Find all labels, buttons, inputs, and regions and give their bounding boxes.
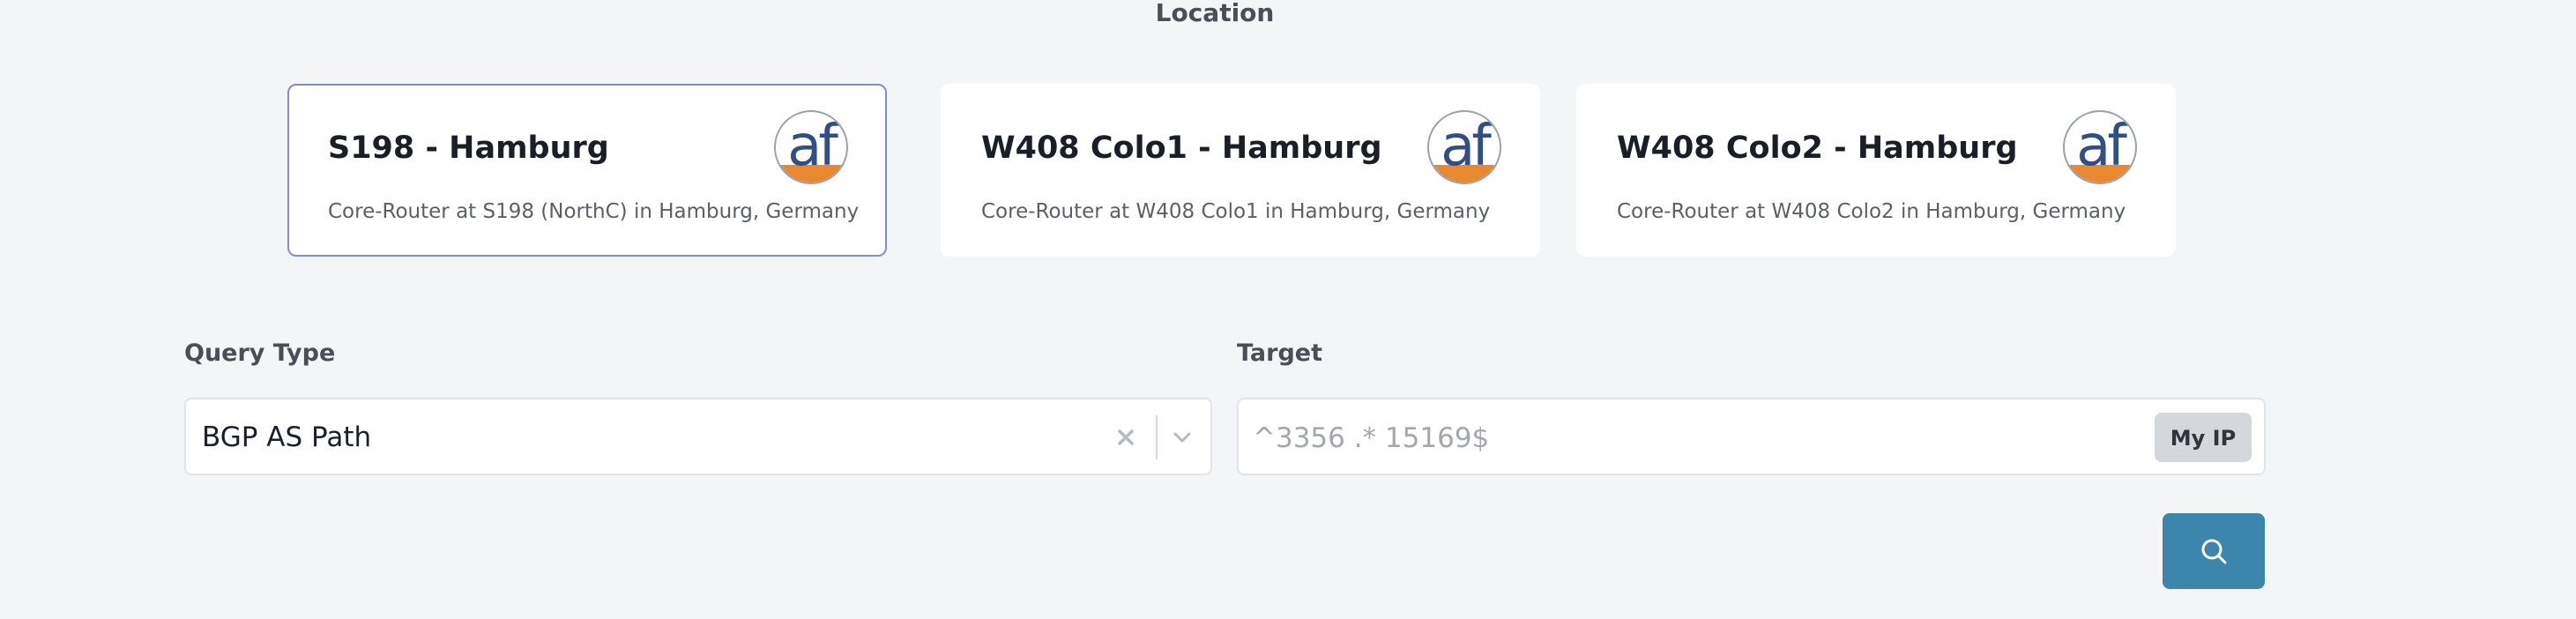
af-logo-icon: af <box>774 110 848 184</box>
target-label: Target <box>1237 339 1323 367</box>
select-divider <box>1156 415 1158 459</box>
af-logo-icon: af <box>1427 110 1501 184</box>
svg-text:af: af <box>1441 114 1493 179</box>
location-card-w408-colo2-hamburg[interactable]: W408 Colo2 - Hamburg Core-Router at W408… <box>1576 84 2176 257</box>
location-card-description: Core-Router at W408 Colo2 in Hamburg, Ge… <box>1617 200 2126 223</box>
svg-text:af: af <box>2076 114 2128 179</box>
target-input[interactable] <box>1251 410 2136 466</box>
close-icon[interactable] <box>1110 421 1142 453</box>
svg-text:af: af <box>787 114 839 179</box>
location-card-w408-colo1-hamburg[interactable]: W408 Colo1 - Hamburg Core-Router at W408… <box>941 84 1540 257</box>
location-card-description: Core-Router at S198 (NorthC) in Hamburg,… <box>328 200 860 223</box>
af-logo-icon: af <box>2063 110 2137 184</box>
query-type-select[interactable]: BGP AS Path <box>184 398 1212 475</box>
location-card-description: Core-Router at W408 Colo1 in Hamburg, Ge… <box>981 200 1491 223</box>
chevron-down-icon[interactable] <box>1166 421 1198 453</box>
location-card-title: W408 Colo1 - Hamburg <box>981 131 1382 166</box>
search-icon <box>2201 539 2227 564</box>
target-field: My IP <box>1237 398 2266 475</box>
query-type-label: Query Type <box>184 339 336 367</box>
submit-search-button[interactable] <box>2163 513 2265 589</box>
my-ip-button[interactable]: My IP <box>2155 413 2252 462</box>
query-type-value: BGP AS Path <box>202 421 372 453</box>
location-card-title: S198 - Hamburg <box>328 131 609 166</box>
location-heading: Location <box>1155 0 1275 27</box>
location-card-title: W408 Colo2 - Hamburg <box>1617 131 2018 166</box>
location-card-s198-hamburg[interactable]: S198 - Hamburg Core-Router at S198 (Nort… <box>287 84 887 257</box>
